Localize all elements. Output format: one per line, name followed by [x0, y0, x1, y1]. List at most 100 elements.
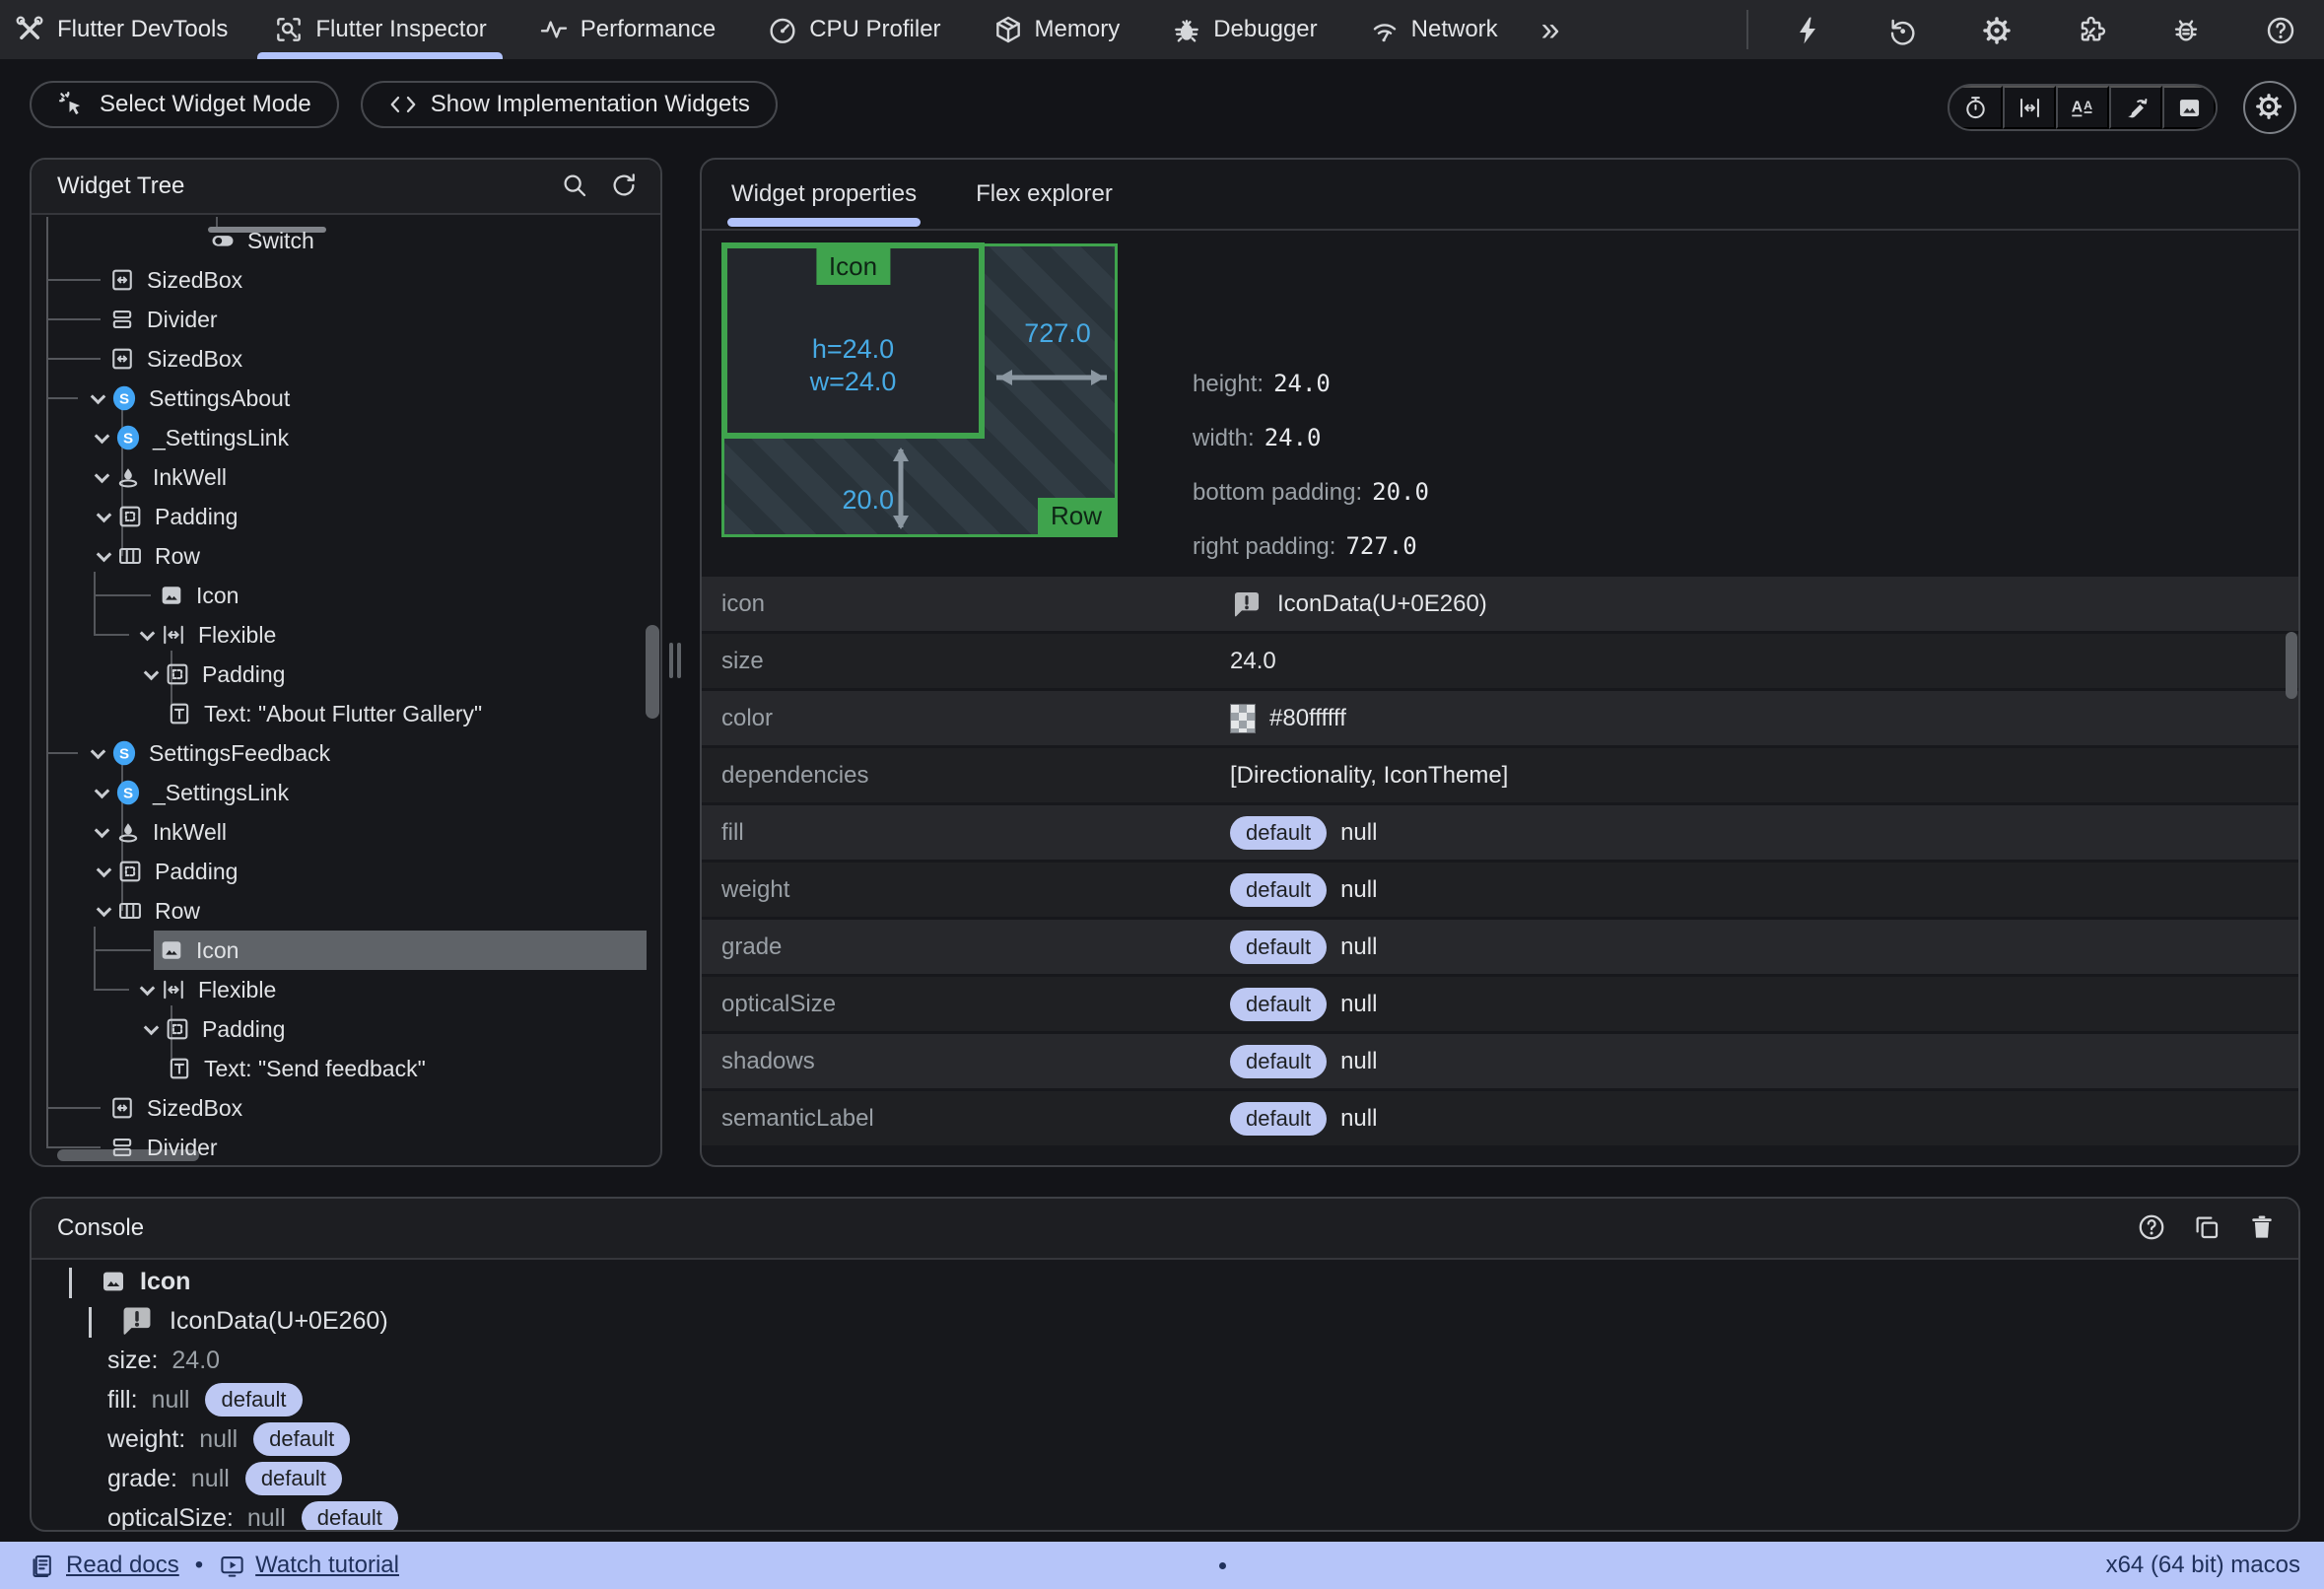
tree-row-padding[interactable]: Padding [32, 1009, 660, 1049]
chevron-down-icon[interactable] [69, 1268, 99, 1296]
read-docs-link[interactable]: Read docs [30, 1552, 179, 1579]
settings-gear-button[interactable] [1978, 11, 2016, 48]
console-clear-button[interactable] [2247, 1212, 2279, 1244]
main-tab-flutter-inspector[interactable]: Flutter Inspector [247, 0, 512, 59]
tree-row-flexible[interactable]: Flexible [32, 970, 660, 1009]
property-row-opticalSize[interactable]: opticalSizedefaultnull [702, 977, 2298, 1031]
property-row-dependencies[interactable]: dependencies[Directionality, IconTheme] [702, 748, 2298, 802]
tree-row-divider[interactable]: Divider [32, 300, 660, 339]
chevron-down-icon[interactable] [134, 987, 160, 994]
tree-row-label: SettingsAbout [149, 385, 290, 412]
help-button[interactable] [2262, 11, 2299, 48]
guidelines-toggle[interactable] [2003, 86, 2056, 129]
chevron-down-icon[interactable] [85, 395, 110, 402]
tree-row-sizedbox[interactable]: SizedBox [32, 1088, 660, 1128]
parent-row-box[interactable]: Row Icon h=24.0 w=24.0 727.0 20.0 [721, 243, 1118, 537]
tree-vertical-scrollbar[interactable] [646, 625, 659, 719]
tree-row-settingsfeedback[interactable]: SSettingsFeedback [32, 733, 660, 773]
tree-row-icon[interactable]: Icon [32, 931, 660, 970]
select-widget-mode-button[interactable]: Select Widget Mode [30, 81, 339, 128]
tree-row-flexible[interactable]: Flexible [32, 615, 660, 655]
tree-row-sizedbox[interactable]: SizedBox [32, 339, 660, 379]
tree-row-padding[interactable]: Padding [32, 497, 660, 536]
main-tab-debugger[interactable]: Debugger [1145, 0, 1342, 59]
inspector-settings-button[interactable] [2243, 81, 2296, 134]
property-row-shadows[interactable]: shadowsdefaultnull [702, 1034, 2298, 1088]
chevron-down-icon[interactable] [89, 435, 114, 442]
property-value: #80ffffff [1269, 705, 1346, 732]
main-tab-network[interactable]: Network [1343, 0, 1524, 59]
property-row-semanticLabel[interactable]: semanticLabeldefaultnull [702, 1091, 2298, 1145]
extensions-button[interactable] [2073, 11, 2110, 48]
main-tab-memory[interactable]: Memory [967, 0, 1146, 59]
tree-row-padding[interactable]: Padding [32, 852, 660, 891]
chevron-right-icon[interactable] [89, 1307, 118, 1336]
chevron-down-icon[interactable] [89, 474, 114, 481]
console-copy-button[interactable] [2192, 1212, 2223, 1244]
property-row-grade[interactable]: gradedefaultnull [702, 920, 2298, 974]
properties-scrollbar[interactable] [2286, 632, 2297, 699]
help-icon [2137, 1212, 2168, 1244]
hot-reload-bolt-button[interactable] [1789, 11, 1826, 48]
tree-row-icon[interactable]: Icon [32, 576, 660, 615]
property-row-color[interactable]: color #80ffffff [702, 691, 2298, 745]
chevron-down-icon[interactable] [138, 1026, 164, 1033]
tree-row-settingslink[interactable]: S_SettingsLink [32, 773, 660, 812]
tree-row-switch[interactable]: Switch [32, 221, 660, 260]
slow-animations-toggle[interactable] [1949, 86, 2003, 129]
tree-search-button[interactable] [560, 171, 591, 202]
class-icon: S [114, 424, 142, 451]
property-label: color [702, 705, 1230, 732]
repaint-rainbow-toggle[interactable] [2109, 86, 2162, 129]
widget-tree-body: SwitchSizedBoxDividerSizedBoxSSettingsAb… [32, 217, 660, 1165]
chevron-down-icon[interactable] [134, 632, 160, 639]
selected-widget-box[interactable]: Icon h=24.0 w=24.0 [721, 242, 985, 439]
chevron-down-icon[interactable] [85, 750, 110, 757]
widget-tree-rows: SwitchSizedBoxDividerSizedBoxSSettingsAb… [32, 221, 660, 1165]
tree-row-text-about-flutter-gallery[interactable]: Text: "About Flutter Gallery" [32, 694, 660, 733]
tree-row-padding[interactable]: Padding [32, 655, 660, 694]
property-row-weight[interactable]: weightdefaultnull [702, 863, 2298, 917]
main-tab-performance[interactable]: Performance [513, 0, 741, 59]
flexible-icon [160, 621, 187, 649]
chevron-down-icon[interactable] [91, 514, 116, 520]
highlight-images-toggle[interactable] [2162, 86, 2216, 129]
console-property-line: weight:nulldefault [32, 1419, 2298, 1459]
more-tabs-button[interactable]: » [1524, 0, 1578, 59]
tree-row-settingsabout[interactable]: SSettingsAbout [32, 379, 660, 418]
property-row-size[interactable]: size24.0 [702, 634, 2298, 688]
tree-row-divider[interactable]: Divider [32, 1128, 660, 1165]
report-bug-button[interactable] [2167, 11, 2205, 48]
panel-splitter-handle[interactable] [669, 643, 685, 678]
default-badge: default [1230, 873, 1327, 907]
chevron-down-icon[interactable] [91, 868, 116, 875]
tree-row-row[interactable]: Row [32, 536, 660, 576]
tab-widget-properties[interactable]: Widget properties [702, 160, 946, 229]
tree-row-inkwell[interactable]: InkWell [32, 812, 660, 852]
chevron-down-icon[interactable] [89, 829, 114, 836]
tab-flex-explorer[interactable]: Flex explorer [946, 160, 1142, 229]
show-implementation-widgets-button[interactable]: Show Implementation Widgets [361, 81, 778, 128]
main-tab-cpu-profiler[interactable]: CPU Profiler [741, 0, 966, 59]
tree-row-row[interactable]: Row [32, 891, 660, 931]
tree-row-sizedbox[interactable]: SizedBox [32, 260, 660, 300]
chevron-down-icon[interactable] [91, 553, 116, 560]
svg-text:A: A [2084, 99, 2092, 112]
tree-row-text-send-feedback[interactable]: Text: "Send feedback" [32, 1049, 660, 1088]
chevron-down-icon[interactable] [91, 908, 116, 915]
tree-row-settingslink[interactable]: S_SettingsLink [32, 418, 660, 457]
console-help-button[interactable] [2137, 1212, 2168, 1244]
chevron-down-icon[interactable] [89, 790, 114, 796]
tree-row-label: SizedBox [147, 267, 242, 294]
property-row-icon[interactable]: iconIconData(U+0E260) [702, 577, 2298, 631]
text-scale-toggle[interactable]: AA [2056, 86, 2109, 129]
property-row-fill[interactable]: filldefaultnull [702, 805, 2298, 860]
property-value: null [1340, 991, 1377, 1018]
watch-tutorial-link[interactable]: Watch tutorial [219, 1552, 399, 1579]
chevron-down-icon[interactable] [138, 671, 164, 678]
console-icondata-line[interactable]: IconData(U+0E260) [32, 1301, 2298, 1341]
hot-restart-history-button[interactable] [1883, 11, 1921, 48]
tree-refresh-button[interactable] [609, 171, 641, 202]
tree-row-inkwell[interactable]: InkWell [32, 457, 660, 497]
console-widget-line[interactable]: Icon [32, 1262, 2298, 1301]
